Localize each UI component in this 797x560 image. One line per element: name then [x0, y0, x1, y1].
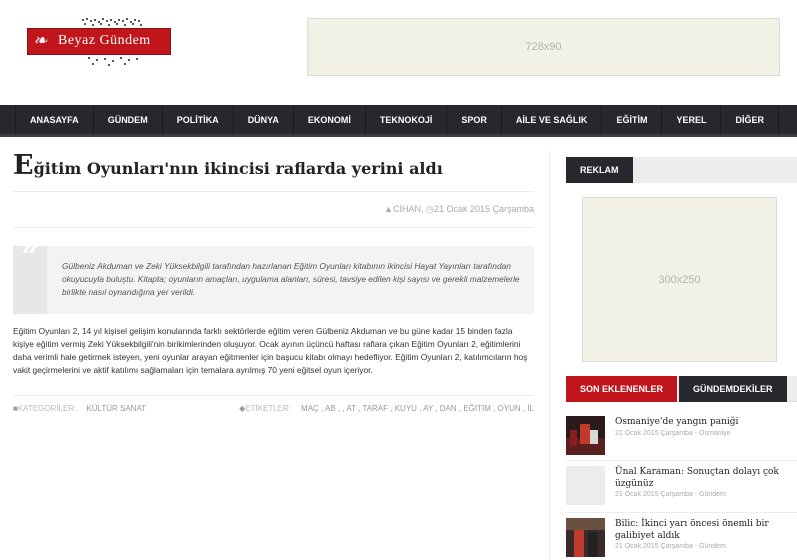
article-meta: ▲CİHAN, ◷21 Ocak 2015 Çarşamba [13, 192, 534, 228]
news-meta: 21 Ocak 2015 Çarşamba - Gündem [615, 491, 726, 498]
article-body: Eğitim Oyunları 2, 14 yıl kişisel gelişi… [13, 326, 528, 375]
main-nav-list: ANASAYFA GÜNDEM POLİTİKA DÜNYA EKONOMİ T… [0, 105, 797, 134]
news-item[interactable]: Osmaniye'de yangın paniği 21 Ocak 2015 Ç… [566, 416, 797, 456]
nav-item-anasayfa[interactable]: ANASAYFA [15, 105, 94, 134]
top-ad-banner[interactable]: 728x90 [307, 18, 780, 76]
tab-gundemdekiler[interactable]: GÜNDEMDEKİLER [679, 376, 787, 402]
nav-item-gundem[interactable]: GÜNDEM [94, 105, 163, 134]
nav-item-spor[interactable]: SPOR [447, 105, 502, 134]
nav-item-diger[interactable]: DİĞER [721, 105, 779, 134]
nav-item-ekonomi[interactable]: EKONOMİ [294, 105, 366, 134]
tab-son-eklenenler[interactable]: SON EKLENENLER [566, 376, 678, 402]
news-item[interactable]: Bilic: İkinci yarı öncesi önemli bir gal… [566, 518, 797, 560]
clock-icon: ◷ [426, 204, 434, 214]
news-title[interactable]: Osmaniye'de yangın paniği [615, 416, 795, 428]
tags-group: ◆ETİKETLER: MAÇ , AB , , AT , TARAF , KUY… [239, 404, 534, 413]
article-taxonomy: ■KATEGORİLER: KÜLTÜR SANAT ◆ETİKETLER: MAÇ… [13, 395, 534, 413]
article-date: 21 Ocak 2015 Çarşamba [433, 204, 534, 214]
article-summary-text: Gülbeniz Akduman ve Zeki Yüksekbilgili t… [62, 261, 520, 297]
article-title-initial: E [13, 150, 34, 181]
tag-links[interactable]: MAÇ , AB , , AT , TARAF , KUYU , AY , DA… [301, 404, 534, 413]
article-author[interactable]: CİHAN [393, 204, 421, 214]
news-thumbnail[interactable] [566, 416, 605, 455]
news-divider [566, 460, 797, 461]
side-ad-label: 300x250 [658, 273, 701, 286]
news-meta: 21 Ocak 2015 Çarşamba - Gündem [615, 543, 726, 550]
nav-item-yerel[interactable]: YEREL [662, 105, 722, 134]
nav-item-egitim[interactable]: EĞİTİM [602, 105, 663, 134]
news-thumbnail[interactable] [566, 466, 605, 505]
article: Eğitim Oyunları'nın ikincisi raflarda ye… [13, 150, 534, 413]
main-nav: ANASAYFA GÜNDEM POLİTİKA DÜNYA EKONOMİ T… [0, 105, 797, 137]
news-item[interactable]: Ünal Karaman: Sonuçtan dolayı çok üzgünü… [566, 466, 797, 506]
news-title[interactable]: Bilic: İkinci yarı öncesi önemli bir gal… [615, 518, 795, 542]
user-icon: ▲ [384, 204, 394, 214]
nav-item-aile-ve-saglik[interactable]: AİLE VE SAĞLIK [502, 105, 603, 134]
quote-icon: “ [13, 243, 47, 314]
side-ad-banner[interactable]: 300x250 [582, 197, 777, 362]
logo-text: Beyaz Gündem [58, 33, 151, 48]
tags-label: ETİKETLER: [245, 404, 292, 413]
sidebar-ad-header: REKLAM [566, 157, 797, 183]
nav-item-teknokoji[interactable]: TEKNOKOJİ [366, 105, 448, 134]
top-ad-label: 728x90 [525, 41, 562, 53]
site-logo[interactable]: ❧ Beyaz Gündem [27, 18, 171, 66]
categories-group: ■KATEGORİLER: KÜLTÜR SANAT [13, 404, 146, 413]
logo-mark-icon: ❧ [33, 31, 48, 50]
news-meta: 21 Ocak 2015 Çarşamba - Osmaniye [615, 430, 731, 437]
news-thumbnail[interactable] [566, 518, 605, 557]
news-title[interactable]: Ünal Karaman: Sonuçtan dolayı çok üzgünü… [615, 466, 795, 490]
column-divider [549, 150, 550, 560]
category-link[interactable]: KÜLTÜR SANAT [86, 404, 146, 413]
article-summary-quote: “ Gülbeniz Akduman ve Zeki Yüksekbilgili… [13, 243, 534, 314]
article-title: Eğitim Oyunları'nın ikincisi raflarda ye… [13, 150, 534, 192]
sidebar-news-tabs: SON EKLENENLER GÜNDEMDEKİLER [566, 376, 797, 402]
news-divider [566, 512, 797, 513]
reklam-heading: REKLAM [566, 157, 633, 183]
nav-item-dunya[interactable]: DÜNYA [234, 105, 294, 134]
article-title-text: ğitim Oyunları'nın ikincisi raflarda yer… [33, 159, 443, 178]
nav-item-politika[interactable]: POLİTİKA [163, 105, 234, 134]
categories-label: KATEGORİLER: [17, 404, 77, 413]
